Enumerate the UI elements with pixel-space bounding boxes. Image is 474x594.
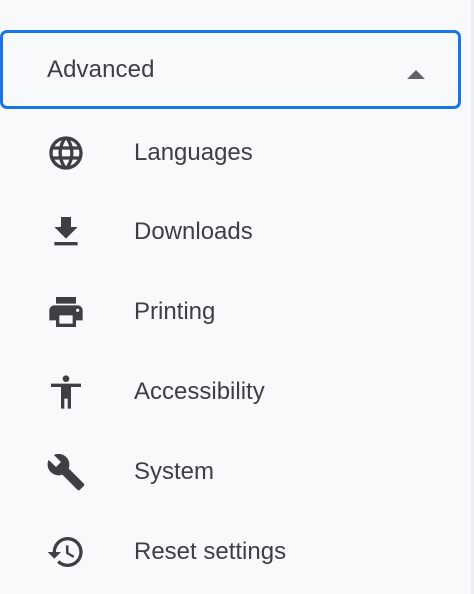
accessibility-icon xyxy=(44,370,88,414)
wrench-icon xyxy=(44,450,88,494)
globe-icon xyxy=(44,131,88,175)
settings-sidebar: Advanced Languages Downloads Printing Ac… xyxy=(0,0,474,594)
download-icon xyxy=(44,210,88,254)
advanced-label: Advanced xyxy=(47,55,155,83)
sidebar-item-downloads[interactable]: Downloads xyxy=(0,192,460,272)
sidebar-item-label: Languages xyxy=(134,139,253,166)
sidebar-item-label: Downloads xyxy=(134,218,253,245)
sidebar-item-reset-settings[interactable]: Reset settings xyxy=(0,512,460,592)
advanced-section-toggle[interactable]: Advanced xyxy=(0,30,461,109)
sidebar-item-accessibility[interactable]: Accessibility xyxy=(0,352,460,432)
sidebar-item-system[interactable]: System xyxy=(0,432,460,512)
sidebar-item-label: Printing xyxy=(134,298,216,325)
sidebar-item-languages[interactable]: Languages xyxy=(0,113,460,193)
sidebar-item-label: Reset settings xyxy=(134,538,287,565)
printer-icon xyxy=(44,290,88,334)
sidebar-item-label: System xyxy=(134,458,215,485)
sidebar-item-printing[interactable]: Printing xyxy=(0,272,460,352)
arrow-drop-up-icon xyxy=(407,70,425,79)
sidebar-item-label: Accessibility xyxy=(134,378,265,405)
restore-icon xyxy=(44,530,88,574)
